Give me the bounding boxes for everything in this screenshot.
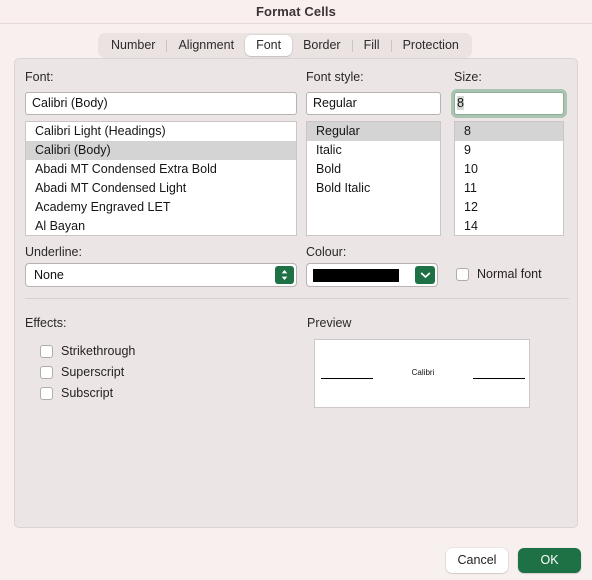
colour-swatch — [313, 269, 399, 282]
font-label: Font: — [25, 70, 54, 84]
font-style-list-item[interactable]: Italic — [307, 141, 440, 160]
tab-number[interactable]: Number — [100, 35, 166, 56]
font-list[interactable]: Calibri Light (Headings) Calibri (Body) … — [25, 121, 297, 236]
normal-font-label: Normal font — [477, 267, 542, 281]
tab-border[interactable]: Border — [292, 35, 352, 56]
dialog-title: Format Cells — [256, 4, 336, 19]
preview-box: Calibri — [314, 339, 530, 408]
subscript-label: Subscript — [61, 386, 114, 400]
normal-font-checkbox[interactable] — [456, 268, 469, 281]
size-label: Size: — [454, 70, 482, 84]
font-list-item-selected[interactable]: Calibri (Body) — [26, 141, 296, 160]
tab-fill[interactable]: Fill — [353, 35, 391, 56]
preview-label: Preview — [307, 316, 352, 330]
size-input-value: 8 — [457, 96, 464, 110]
size-input[interactable]: 8 — [454, 92, 564, 115]
font-list-item[interactable]: Abadi MT Condensed Light — [26, 179, 296, 198]
preview-sample-text: Calibri — [411, 368, 435, 377]
strikethrough-label: Strikethrough — [61, 344, 136, 358]
superscript-checkbox[interactable] — [40, 366, 53, 379]
preview-rule-right — [473, 378, 525, 379]
section-divider — [25, 298, 569, 299]
tab-protection[interactable]: Protection — [392, 35, 470, 56]
dialog-titlebar: Format Cells — [0, 0, 592, 24]
colour-select[interactable] — [306, 263, 438, 287]
font-tab-panel: Font: Calibri (Body) Calibri Light (Head… — [14, 58, 578, 528]
underline-label: Underline: — [25, 245, 82, 259]
font-style-list-item[interactable]: Bold Italic — [307, 179, 440, 198]
font-input[interactable]: Calibri (Body) — [25, 92, 297, 115]
size-list-item[interactable]: 10 — [455, 160, 563, 179]
tab-alignment[interactable]: Alignment — [167, 35, 245, 56]
font-list-item[interactable]: Academy Engraved LET — [26, 198, 296, 217]
effects-label: Effects: — [25, 316, 67, 330]
colour-label: Colour: — [306, 245, 347, 259]
size-list-item[interactable]: 14 — [455, 217, 563, 235]
font-style-list[interactable]: Regular Italic Bold Bold Italic — [306, 121, 441, 236]
size-list-item-selected[interactable]: 8 — [455, 122, 563, 141]
font-list-item[interactable]: Al Bayan — [26, 217, 296, 235]
size-list-item[interactable]: 9 — [455, 141, 563, 160]
size-list-item[interactable]: 12 — [455, 198, 563, 217]
size-list[interactable]: 8 9 10 11 12 14 — [454, 121, 564, 236]
font-style-list-item-selected[interactable]: Regular — [307, 122, 440, 141]
superscript-label: Superscript — [61, 365, 125, 379]
size-list-item[interactable]: 11 — [455, 179, 563, 198]
underline-select-value: None — [34, 268, 64, 282]
strikethrough-checkbox[interactable] — [40, 345, 53, 358]
subscript-checkbox[interactable] — [40, 387, 53, 400]
tab-bar: Number Alignment Font Border Fill Protec… — [98, 33, 472, 58]
preview-rule-left — [321, 378, 373, 379]
tab-font[interactable]: Font — [245, 35, 293, 56]
format-cells-dialog: Format Cells Number Alignment Font Borde… — [0, 0, 592, 580]
font-list-item[interactable]: Calibri Light (Headings) — [26, 122, 296, 141]
ok-button[interactable]: OK — [518, 548, 581, 573]
chevron-down-icon[interactable] — [415, 266, 435, 284]
font-list-item[interactable]: Abadi MT Condensed Extra Bold — [26, 160, 296, 179]
cancel-button[interactable]: Cancel — [446, 548, 508, 573]
underline-select[interactable]: None — [25, 263, 297, 287]
font-style-list-item[interactable]: Bold — [307, 160, 440, 179]
font-style-input[interactable]: Regular — [306, 92, 441, 115]
font-style-label: Font style: — [306, 70, 364, 84]
chevron-up-down-icon[interactable] — [275, 266, 294, 284]
